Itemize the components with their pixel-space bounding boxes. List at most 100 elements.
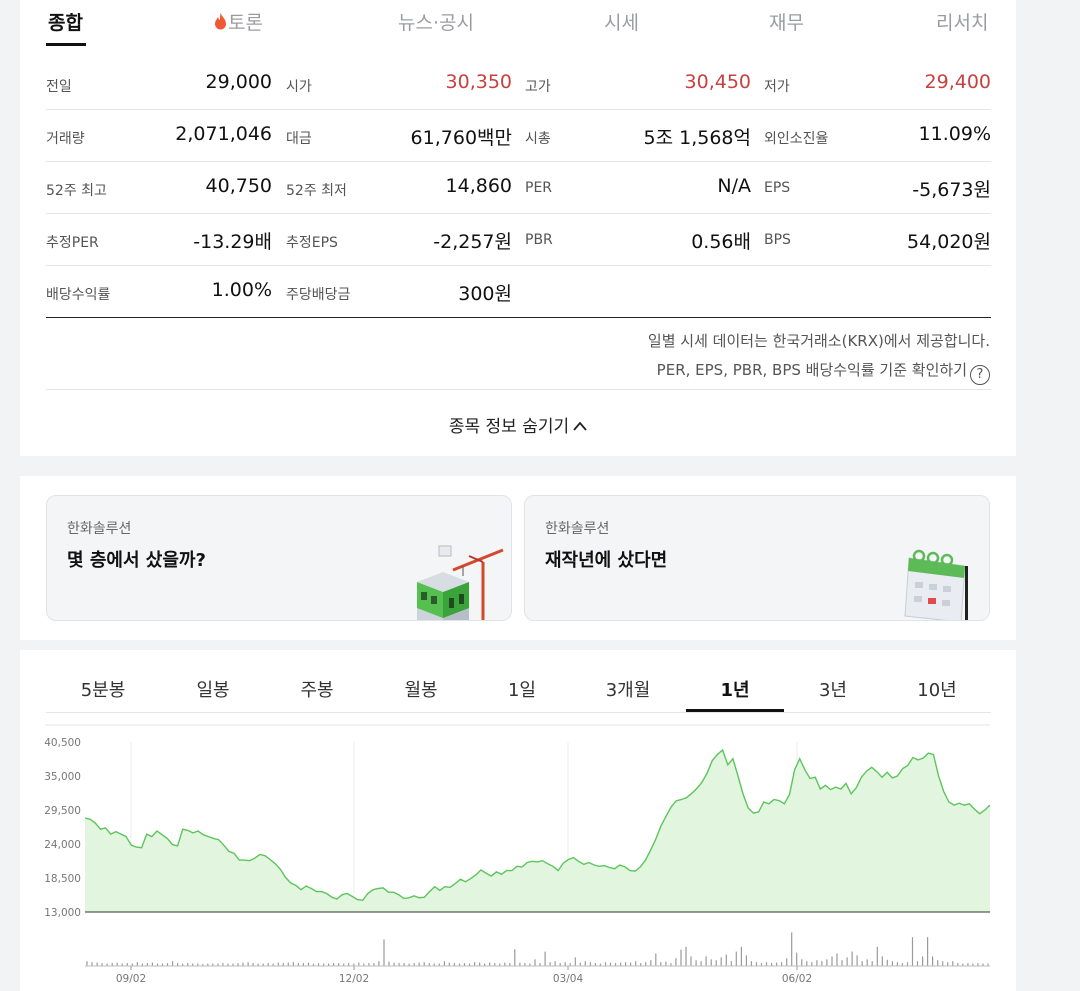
stat-value: 14,860 xyxy=(445,175,512,197)
tab-4[interactable]: 재무 xyxy=(769,8,804,35)
period-tab-2[interactable]: 주봉 xyxy=(269,676,365,702)
period-tabs: 5분봉 일봉 주봉 월봉 1일 3개월 1년 3년 10년 xyxy=(46,670,991,712)
x-tick-label: 03/04 xyxy=(553,973,584,985)
question-icon[interactable]: ? xyxy=(970,365,990,385)
promo-card: 한화솔루션 몇 층에서 샀을까? 한화솔루션 재작년에 샀다면 xyxy=(20,476,1016,640)
stat-label: 52주 최저 xyxy=(286,183,347,199)
stat-label: PBR xyxy=(525,232,553,248)
period-tab-8[interactable]: 10년 xyxy=(889,676,985,702)
stat-value: 0.56배 xyxy=(691,231,751,253)
price-chart[interactable]: 40,500 35,000 29,500 24,000 18,500 13,000 09/0… xyxy=(20,722,1016,991)
tab-label: 재무 xyxy=(769,12,804,34)
ratio-criteria-label: PER, EPS, PBR, BPS 배당수익률 기준 확인하기 xyxy=(656,361,967,379)
y-tick-label: 13,000 xyxy=(44,907,81,919)
stat-label: 추정EPS xyxy=(286,235,338,251)
stat-cell: 외인소진율 11.09% xyxy=(764,110,991,162)
stat-cell: 시가 30,350 xyxy=(286,58,512,110)
period-tabs-divider xyxy=(46,712,991,713)
stat-cell: 시총 5조 1,568억 xyxy=(525,110,751,162)
stat-value: 2,071,046 xyxy=(175,123,272,145)
price-chart-card: 5분봉 일봉 주봉 월봉 1일 3개월 1년 3년 10년 40,500 35,000 29,500… xyxy=(20,650,1016,991)
stats-row: 배당수익률 1.00% 주당배당금 300원 xyxy=(46,266,991,318)
tab-3[interactable]: 시세 xyxy=(604,8,639,35)
stat-label: 저가 xyxy=(764,79,790,95)
stat-label: 주당배당금 xyxy=(286,287,351,303)
stat-cell: 추정PER -13.29배 xyxy=(46,214,272,266)
tab-label: 시세 xyxy=(604,12,639,34)
stat-value: 11.09% xyxy=(918,123,991,145)
stat-value: 30,450 xyxy=(684,71,751,93)
stat-cell: 추정EPS -2,257원 xyxy=(286,214,512,266)
fire-icon xyxy=(215,13,226,30)
y-tick-label: 35,000 xyxy=(44,771,81,783)
period-tab-6[interactable]: 1년 xyxy=(687,676,783,702)
period-tab-4[interactable]: 1일 xyxy=(474,676,570,702)
promo-brand: 한화솔루션 xyxy=(67,521,132,537)
tab-1[interactable]: 토론 xyxy=(214,8,263,35)
tab-label: 리서치 xyxy=(936,12,989,34)
stat-cell: 52주 최저 14,860 xyxy=(286,162,512,214)
ratio-criteria-link[interactable]: PER, EPS, PBR, BPS 배당수익률 기준 확인하기? xyxy=(648,359,990,388)
stat-label: 거래량 xyxy=(46,131,85,147)
data-notes: 일별 시세 데이터는 한국거래소(KRX)에서 제공합니다. PER, EPS,… xyxy=(648,330,990,388)
divider xyxy=(46,389,991,390)
x-tick-label: 12/02 xyxy=(339,973,369,985)
main-tabs: 종합 토론 뉴스·공시 시세 재무 리서치 xyxy=(46,0,990,46)
stat-cell: 52주 최고 40,750 xyxy=(46,162,272,214)
stat-value: 61,760백만 xyxy=(410,127,512,149)
stat-cell: 배당수익률 1.00% xyxy=(46,266,272,318)
stat-value: -13.29배 xyxy=(193,231,272,253)
data-source-note: 일별 시세 데이터는 한국거래소(KRX)에서 제공합니다. xyxy=(647,332,990,350)
y-tick-label: 18,500 xyxy=(44,873,81,885)
promo-two-years-ago[interactable]: 한화솔루션 재작년에 샀다면 xyxy=(524,495,990,621)
stat-cell: PBR 0.56배 xyxy=(525,214,751,266)
stat-value: 30,350 xyxy=(445,71,512,93)
period-tab-3[interactable]: 월봉 xyxy=(373,676,469,702)
stat-label: PER xyxy=(525,180,553,196)
stats-row: 추정PER -13.29배 추정EPS -2,257원 PBR 0.56배 BPS 54,02… xyxy=(46,214,991,266)
calendar-icon xyxy=(904,549,968,620)
stat-cell: BPS 54,020원 xyxy=(764,214,991,266)
stat-cell: 주당배당금 300원 xyxy=(286,266,512,318)
promo-which-floor[interactable]: 한화솔루션 몇 층에서 샀을까? xyxy=(46,495,512,621)
stat-label: 52주 최고 xyxy=(46,183,107,199)
tab-0[interactable]: 종합 xyxy=(48,8,83,35)
tab-label: 토론 xyxy=(228,12,263,34)
stat-value: 54,020원 xyxy=(907,231,991,253)
stat-value: -2,257원 xyxy=(433,231,512,253)
stat-label: 시가 xyxy=(286,79,312,95)
stock-stats-grid: 전일 29,000 시가 30,350 고가 30,450 저가 29,400 거래량 2,071… xyxy=(46,58,991,318)
stat-cell: EPS -5,673원 xyxy=(764,162,991,214)
stat-cell: 저가 29,400 xyxy=(764,58,991,110)
promo-title: 몇 층에서 샀을까? xyxy=(67,550,206,571)
y-tick-label: 29,500 xyxy=(44,805,81,817)
hide-stock-info-button[interactable]: 종목 정보 숨기기 xyxy=(20,412,1016,437)
building-crane-icon xyxy=(417,545,504,620)
stat-label: 배당수익률 xyxy=(46,287,111,303)
active-tab-indicator xyxy=(46,43,86,46)
tab-label: 뉴스·공시 xyxy=(398,12,474,34)
promo-brand: 한화솔루션 xyxy=(545,521,610,537)
stat-cell: 거래량 2,071,046 xyxy=(46,110,272,162)
price-area-fill xyxy=(85,750,990,912)
period-tab-0[interactable]: 5분봉 xyxy=(55,676,151,702)
y-tick-label: 24,000 xyxy=(44,839,81,851)
stats-row: 52주 최고 40,750 52주 최저 14,860 PER N/A EPS -5,673원 xyxy=(46,162,991,214)
stat-label: BPS xyxy=(764,232,791,248)
period-tab-7[interactable]: 3년 xyxy=(785,676,881,702)
hide-stock-info-label: 종목 정보 숨기기 xyxy=(448,417,570,437)
stat-label: 추정PER xyxy=(46,235,99,251)
stat-label: 대금 xyxy=(286,131,312,147)
x-tick-label: 09/02 xyxy=(116,973,146,985)
stat-value: 300원 xyxy=(458,283,512,305)
period-tab-1[interactable]: 일봉 xyxy=(165,676,261,702)
stats-row: 거래량 2,071,046 대금 61,760백만 시총 5조 1,568억 외인소진율 11… xyxy=(46,110,991,162)
tab-5[interactable]: 리서치 xyxy=(936,8,988,35)
y-tick-label: 40,500 xyxy=(44,737,81,749)
promo-title: 재작년에 샀다면 xyxy=(545,550,668,571)
period-tab-5[interactable]: 3개월 xyxy=(580,676,676,702)
tab-label: 종합 xyxy=(48,12,83,34)
stat-label: 전일 xyxy=(46,79,72,95)
tab-2[interactable]: 뉴스·공시 xyxy=(398,8,474,35)
stat-value: -5,673원 xyxy=(912,179,991,201)
